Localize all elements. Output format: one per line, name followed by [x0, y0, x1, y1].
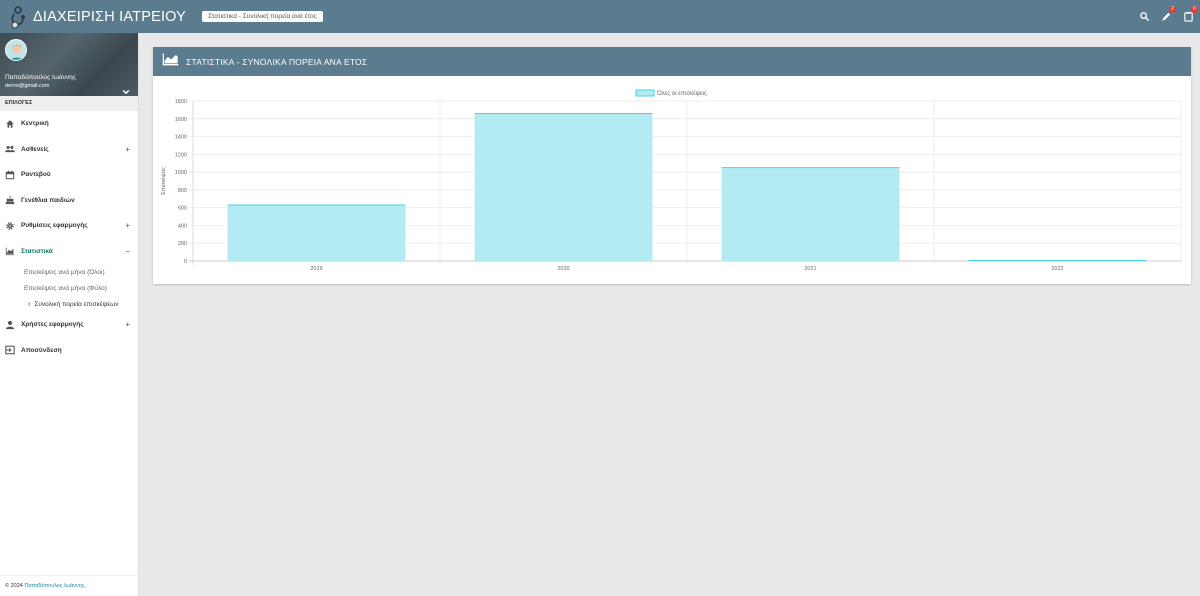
sidebar: Παπαδόπουλος Ιωάννης demo@gmail.com ΕΠΙΛ… [0, 33, 139, 596]
sidebar-item-label: Γενέθλια παιδιών [21, 196, 75, 204]
sidebar-item-label: Ασθενείς [21, 145, 49, 153]
x-axis-ticks: 2019 2020 2021 2022 [310, 266, 1063, 272]
notifications-badge: 2 [1169, 5, 1176, 13]
expand-icon[interactable]: + [125, 320, 130, 329]
submenu-item-total-visits[interactable]: › Συνολική πορεία επισκέψεων [24, 296, 138, 312]
tasks-button[interactable]: 0 [1182, 5, 1198, 23]
sidebar-item-label: Ρυθμίσεις εφαρμογής [21, 222, 88, 230]
sidebar-item-users[interactable]: Χρήστες εφαρμογής + [0, 312, 138, 338]
user-email: demo@gmail.com [5, 83, 50, 89]
logout-icon [5, 345, 15, 355]
avatar [5, 39, 27, 61]
pen-icon [1161, 12, 1170, 21]
bar-chart: Όλες οι επισκέψεις Επισκέψεις 0 200 400 600… [160, 89, 1182, 272]
tasks-badge: 0 [1191, 5, 1198, 13]
y-tick-label: 1400 [175, 135, 187, 141]
y-tick-label: 200 [178, 241, 187, 247]
sidebar-item-birthdays[interactable]: Γενέθλια παιδιών [0, 188, 138, 214]
y-tick-label: 1600 [175, 117, 187, 123]
y-tick-label: 400 [178, 223, 187, 229]
breadcrumb: Στατιστικά - Συνολική πορεία ανά έτος [202, 11, 323, 22]
sidebar-item-settings[interactable]: Ρυθμίσεις εφαρμογής + [0, 213, 138, 239]
y-tick-label: 1800 [175, 99, 187, 105]
cake-icon [5, 195, 15, 205]
legend-label: Όλες οι επισκέψεις [656, 90, 707, 97]
expand-icon[interactable]: + [125, 221, 130, 230]
sidebar-item-logout[interactable]: Αποσύνδεση [0, 338, 138, 364]
calendar-icon [5, 170, 15, 180]
y-tick-label: 1200 [175, 152, 187, 158]
sidebar-item-label: Χρήστες εφαρμογής [21, 321, 84, 329]
top-bar: ΔΙΑΧΕΙΡΙΣΗ ΙΑΤΡΕΙΟΥ Στατιστικά - Συνολικ… [0, 0, 1200, 33]
gear-icon [5, 221, 15, 231]
x-tick-label: 2021 [804, 266, 816, 272]
copyright: © 2024 [5, 583, 23, 589]
footer: © 2024 Παπαδόπουλος Ιωάννης. [0, 575, 139, 596]
notifications-button[interactable]: 2 [1160, 5, 1176, 23]
area-chart-icon [162, 53, 179, 71]
chart-legend[interactable]: Όλες οι επισκέψεις [635, 89, 707, 97]
y-tick-label: 0 [184, 259, 187, 265]
sidebar-item-label: Κεντρική [21, 120, 49, 128]
chart-area: Όλες οι επισκέψεις Επισκέψεις 0 200 400 600… [153, 76, 1191, 284]
sidebar-item-statistics[interactable]: Στατιστικά − [0, 239, 138, 265]
card-title: ΣΤΑΤΙΣΤΙΚΑ - ΣΥΝΟΛΙΚΑ ΠΟΡΕΙΑ ΑΝΑ ΕΤΟΣ [186, 56, 368, 67]
submenu-item-label: Συνολική πορεία επισκέψεων [34, 300, 119, 308]
people-icon [5, 144, 15, 154]
sidebar-item-label: Αποσύνδεση [21, 346, 62, 354]
statistics-card: ΣΤΑΤΙΣΤΙΚΑ - ΣΥΝΟΛΙΚΑ ΠΟΡΕΙΑ ΑΝΑ ΕΤΟΣ Όλ… [153, 47, 1191, 284]
x-tick-label: 2019 [310, 266, 322, 272]
submenu-item-visits-gender[interactable]: Επισκέψεις ανά μήνα (Φύλο) [24, 280, 138, 296]
menu-section-label: ΕΠΙΛΟΓΕΣ [0, 96, 138, 111]
card-header: ΣΤΑΤΙΣΤΙΚΑ - ΣΥΝΟΛΙΚΑ ΠΟΡΕΙΑ ΑΝΑ ΕΤΟΣ [153, 47, 1191, 76]
collapse-icon[interactable]: − [125, 247, 130, 256]
chart-icon [5, 246, 15, 256]
bar[interactable] [721, 167, 900, 261]
search-icon[interactable] [1138, 11, 1150, 23]
footer-suffix: . [84, 583, 86, 589]
y-tick-label: 800 [178, 188, 187, 194]
stethoscope-logo-icon [7, 4, 29, 30]
statistics-submenu: Επισκέψεις ανά μήνα (Όλοι) Επισκέψεις αν… [0, 264, 138, 312]
y-tick-label: 600 [178, 206, 187, 212]
submenu-item-visits-all[interactable]: Επισκέψεις ανά μήνα (Όλοι) [24, 264, 138, 280]
bar[interactable] [474, 113, 653, 261]
user-name: Παπαδόπουλος Ιωάννης [5, 74, 76, 81]
sidebar-item-home[interactable]: Κεντρική [0, 111, 138, 137]
sidebar-item-appointments[interactable]: Ραντεβού [0, 162, 138, 188]
home-icon [5, 119, 15, 129]
sidebar-item-label: Στατιστικά [21, 247, 53, 255]
legend-swatch [635, 89, 655, 97]
footer-author-link[interactable]: Παπαδόπουλος Ιωάννης [24, 583, 84, 589]
y-axis-ticks: 0 200 400 600 800 1000 1200 1400 1600 1800 [175, 99, 187, 265]
x-tick-label: 2020 [557, 266, 569, 272]
bar[interactable] [227, 205, 406, 261]
y-tick-label: 1000 [175, 170, 187, 176]
x-tick-label: 2022 [1051, 266, 1063, 272]
sidebar-item-patients[interactable]: Ασθενείς + [0, 137, 138, 163]
chevron-down-icon[interactable] [122, 83, 130, 101]
sidebar-item-label: Ραντεβού [21, 171, 51, 179]
expand-icon[interactable]: + [125, 145, 130, 154]
clipboard-icon [1183, 11, 1193, 22]
person-icon [5, 320, 15, 330]
chevron-right-icon: › [28, 300, 31, 308]
user-card: Παπαδόπουλος Ιωάννης demo@gmail.com [0, 33, 138, 96]
y-axis-label: Επισκέψεις [160, 167, 167, 195]
app-title: ΔΙΑΧΕΙΡΙΣΗ ΙΑΤΡΕΙΟΥ [33, 8, 187, 25]
